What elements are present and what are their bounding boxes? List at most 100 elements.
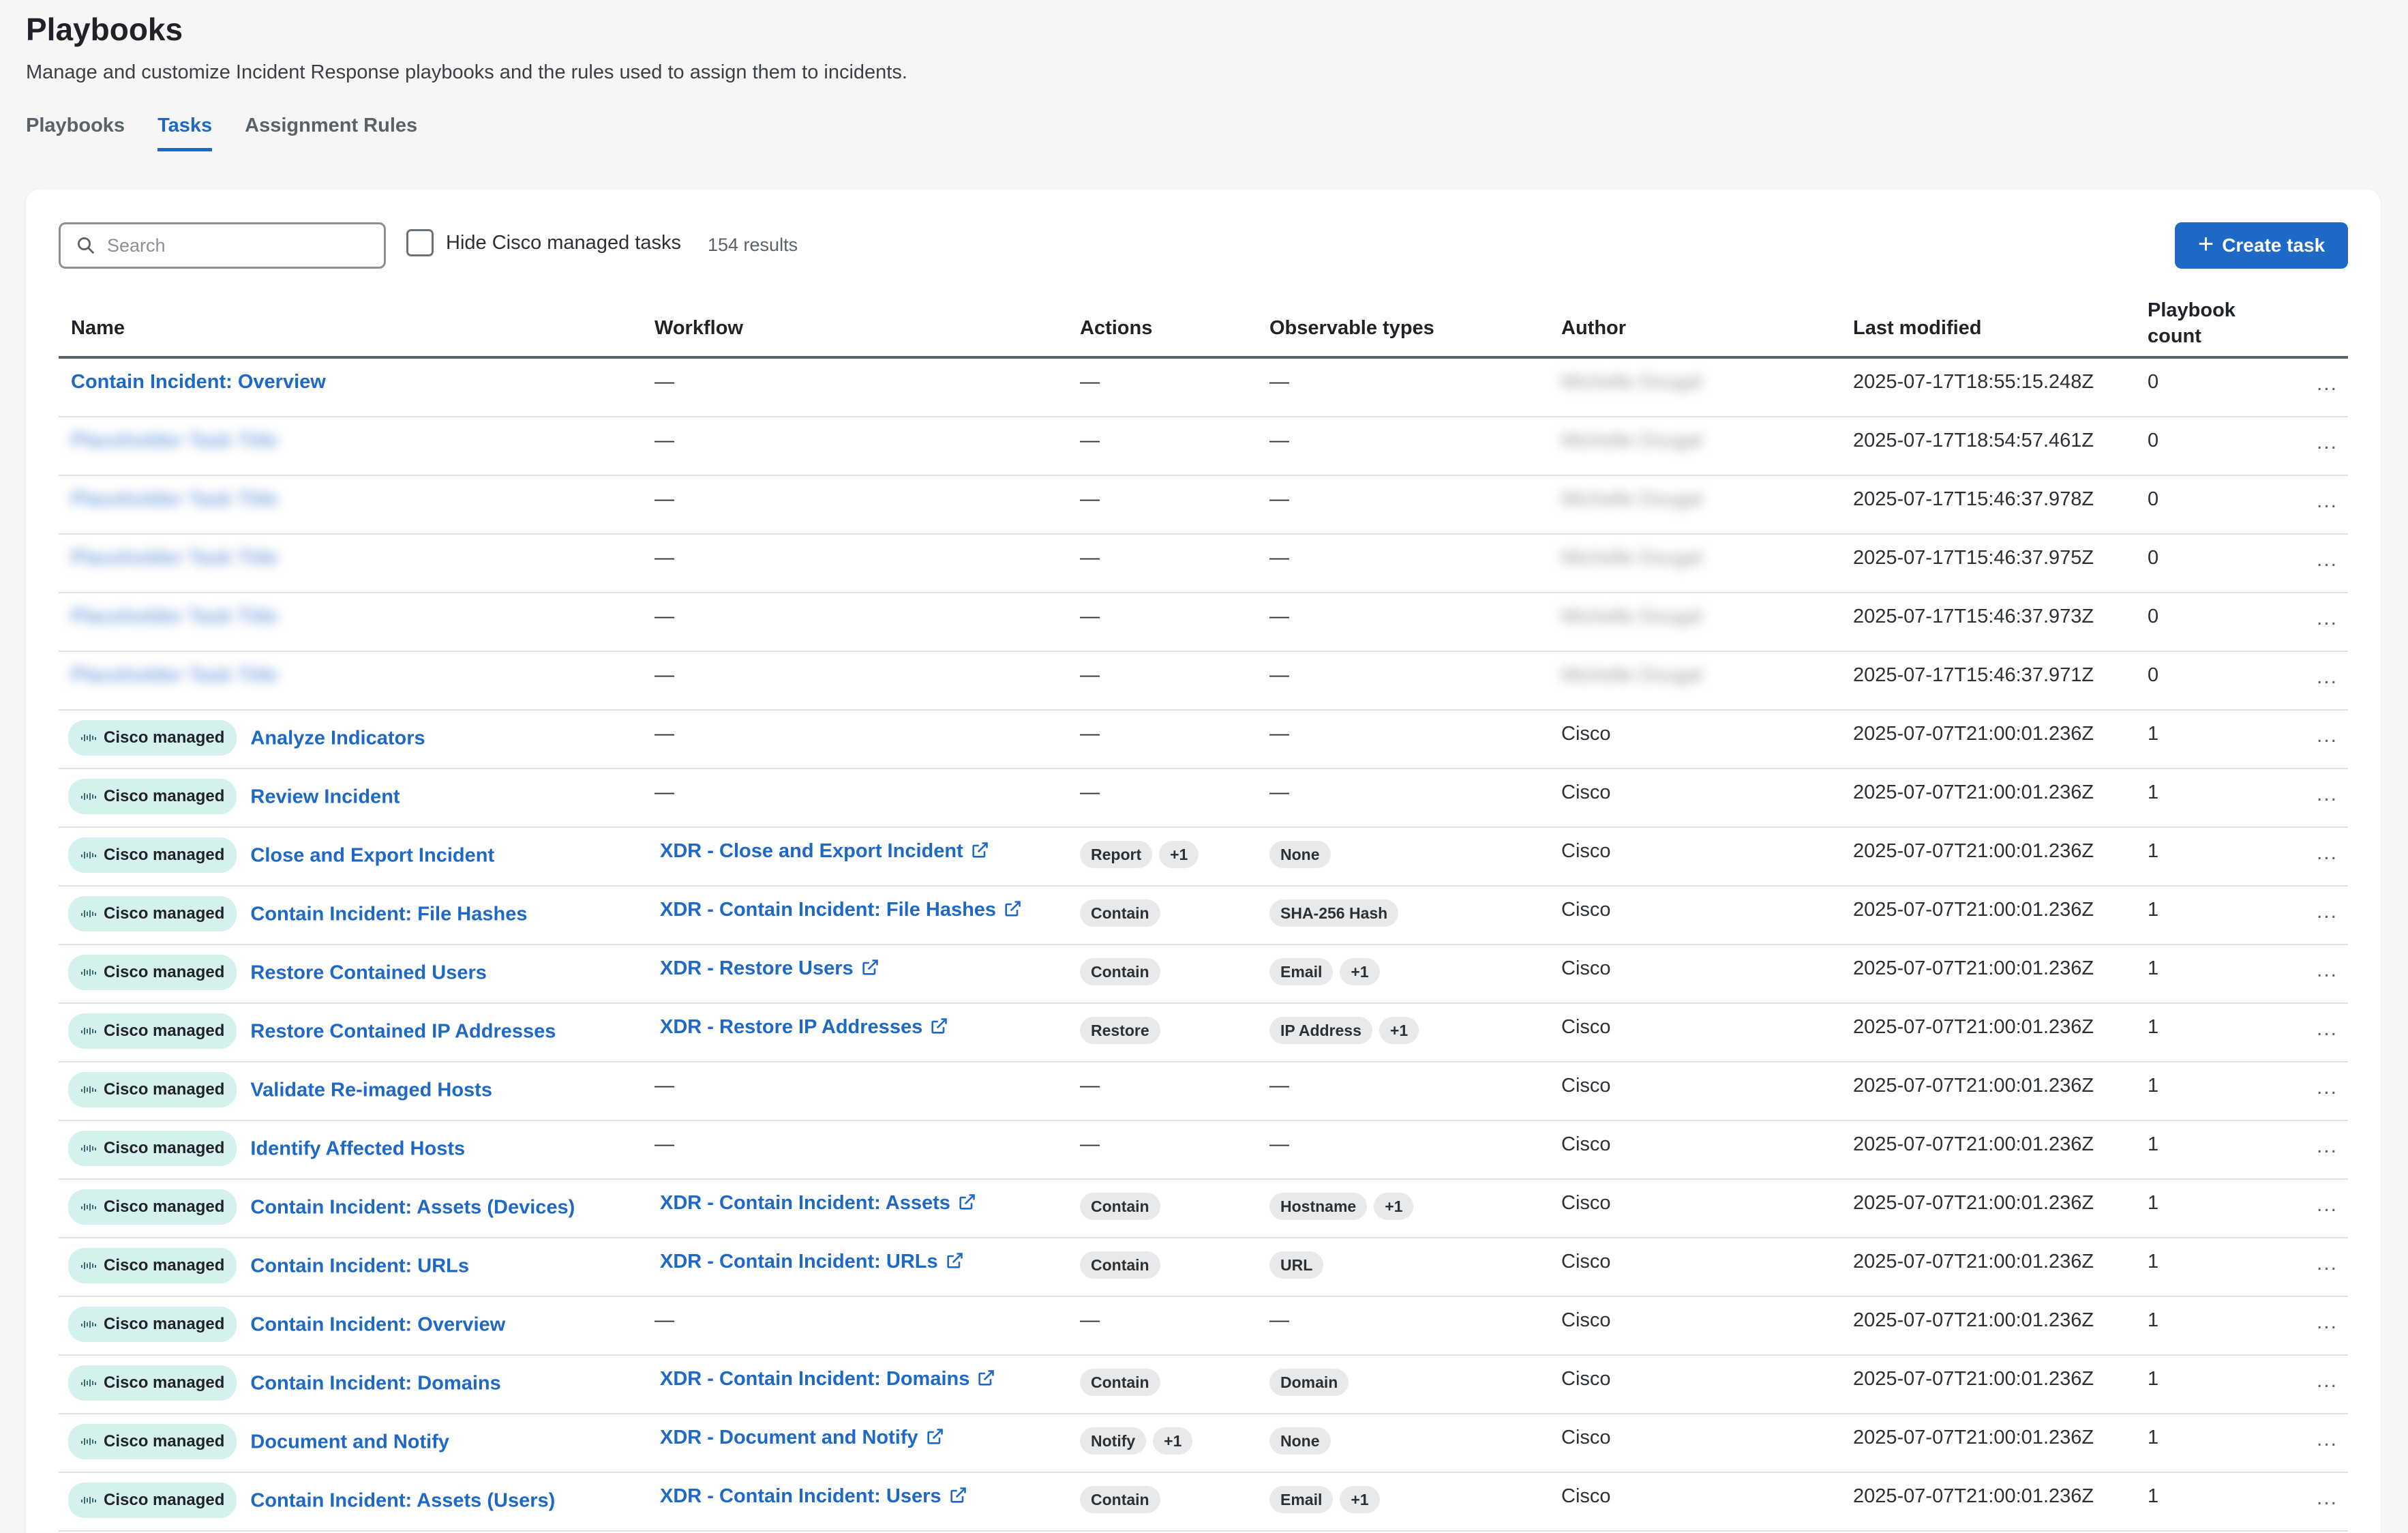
table-row[interactable]: Placeholder Task Title — — — Michelle Dougal… (59, 652, 2348, 711)
task-name-link[interactable]: Contain Incident: Overview (250, 1314, 505, 1336)
external-link-icon[interactable] (925, 1427, 944, 1446)
more-options-icon[interactable]: ... (2317, 1487, 2338, 1510)
table-row[interactable]: Cisco managed Close and Export Incident XD… (59, 828, 2348, 887)
table-row[interactable]: Cisco managed Analyze Indicators — — — Cisco 2… (59, 711, 2348, 769)
table-row[interactable]: Cisco managed Document and Notify XDR - Do… (59, 1414, 2348, 1473)
task-name-link[interactable]: Placeholder Task Title (71, 547, 278, 569)
table-row[interactable]: Cisco managed Restore Contained IP Addres… (59, 1004, 2348, 1062)
external-link-icon[interactable] (957, 1193, 976, 1212)
more-options-icon[interactable]: ... (2317, 431, 2338, 454)
column-header-actions[interactable]: Actions (1080, 315, 1152, 341)
task-name-link[interactable]: Identify Affected Hosts (250, 1138, 465, 1160)
column-header-author[interactable]: Author (1561, 315, 1626, 341)
more-options-icon[interactable]: ... (2317, 959, 2338, 982)
more-options-icon[interactable]: ... (2317, 842, 2338, 865)
more-options-icon[interactable]: ... (2317, 1311, 2338, 1334)
external-link-icon[interactable] (929, 1017, 948, 1036)
external-link-icon[interactable] (948, 1486, 967, 1505)
task-name-link[interactable]: Placeholder Task Title (71, 606, 278, 627)
table-row[interactable]: Cisco managed Contain Incident: Assets (D… (59, 1180, 2348, 1238)
table-row[interactable]: Cisco managed Review Incident — — — Cisco 2025… (59, 769, 2348, 828)
task-name-link[interactable]: Placeholder Task Title (71, 430, 278, 451)
task-name-link[interactable]: Document and Notify (250, 1431, 449, 1453)
workflow-link[interactable]: XDR - Close and Export Incident (660, 840, 963, 862)
more-options-icon[interactable]: ... (2317, 1428, 2338, 1451)
author-cell: Cisco (1561, 782, 1611, 803)
task-name-link[interactable]: Contain Incident: Domains (250, 1373, 500, 1395)
external-link-icon[interactable] (860, 958, 879, 977)
table-row[interactable]: Placeholder Task Title — — — Michelle Dougal… (59, 535, 2348, 593)
task-name-link[interactable]: Contain Incident: URLs (250, 1255, 469, 1277)
search-box[interactable] (59, 222, 386, 269)
more-options-icon[interactable]: ... (2317, 1017, 2338, 1041)
task-name-link[interactable]: Placeholder Task Title (71, 488, 278, 510)
column-header-last-modified[interactable]: Last modified (1853, 315, 1982, 341)
empty-dash: — (654, 1075, 674, 1097)
create-task-button[interactable]: + Create task (2175, 222, 2348, 269)
table-row[interactable]: Cisco managed Validate Re-imaged Hosts — — —… (59, 1062, 2348, 1121)
column-header-name[interactable]: Name (71, 315, 125, 341)
task-name-link[interactable]: Placeholder Task Title (71, 664, 278, 686)
external-link-icon[interactable] (1003, 899, 1022, 919)
cisco-managed-label: Cisco managed (104, 1080, 225, 1099)
task-name-link[interactable]: Contain Incident: Overview (71, 371, 326, 393)
task-name-link[interactable]: Contain Incident: Assets (Users) (250, 1490, 555, 1512)
more-options-icon[interactable]: ... (2317, 724, 2338, 747)
more-options-icon[interactable]: ... (2317, 783, 2338, 806)
table-row[interactable]: Placeholder Task Title — — — Michelle Dougal… (59, 593, 2348, 652)
more-options-icon[interactable]: ... (2317, 666, 2338, 689)
more-options-icon[interactable]: ... (2317, 1135, 2338, 1158)
workflow-cell: XDR - Close and Export Incident (660, 837, 989, 865)
task-name-link[interactable]: Validate Re-imaged Hosts (250, 1080, 492, 1101)
table-row[interactable]: Cisco managed Contain Incident: File Hash… (59, 887, 2348, 945)
workflow-link[interactable]: XDR - Restore Users (660, 957, 854, 979)
task-name-link[interactable]: Analyze Indicators (250, 728, 425, 749)
external-link-icon[interactable] (976, 1369, 995, 1388)
external-link-icon[interactable] (945, 1251, 964, 1270)
more-options-icon[interactable]: ... (2317, 1076, 2338, 1099)
hide-cisco-checkbox[interactable] (406, 229, 434, 256)
name-cell: Cisco managed Document and Notify (68, 1424, 449, 1461)
workflow-link[interactable]: XDR - Contain Incident: File Hashes (660, 899, 996, 921)
more-options-icon[interactable]: ... (2317, 1193, 2338, 1217)
external-link-icon[interactable] (970, 841, 989, 860)
more-options-icon[interactable]: ... (2317, 900, 2338, 923)
task-name-link[interactable]: Restore Contained Users (250, 962, 487, 984)
workflow-link[interactable]: XDR - Contain Incident: Domains (660, 1368, 969, 1390)
table-row[interactable]: Contain Incident: Overview — — — Michelle Do… (59, 359, 2348, 417)
table-row[interactable]: Placeholder Task Title — — — Michelle Dougal… (59, 417, 2348, 476)
more-options-icon[interactable]: ... (2317, 548, 2338, 571)
task-name-link[interactable]: Contain Incident: File Hashes (250, 904, 527, 925)
column-header-observable-types[interactable]: Observable types (1269, 315, 1434, 341)
workflow-link[interactable]: XDR - Contain Incident: Users (660, 1485, 942, 1507)
task-name-link[interactable]: Restore Contained IP Addresses (250, 1021, 556, 1043)
search-input[interactable] (107, 235, 366, 256)
workflow-link[interactable]: XDR - Document and Notify (660, 1427, 918, 1448)
workflow-link[interactable]: XDR - Contain Incident: URLs (660, 1251, 938, 1272)
more-options-icon[interactable]: ... (2317, 1252, 2338, 1275)
table-row[interactable]: Cisco managed Contain Incident: Assets (U… (59, 1473, 2348, 1532)
more-options-icon[interactable]: ... (2317, 372, 2338, 396)
task-name-link[interactable]: Contain Incident: Assets (Devices) (250, 1197, 575, 1219)
tab-tasks[interactable]: Tasks (157, 115, 213, 151)
observables-cell: — (1269, 368, 1289, 396)
playbook-count-cell: 1 (2148, 1016, 2159, 1038)
more-options-icon[interactable]: ... (2317, 490, 2338, 513)
table-row[interactable]: Cisco managed Contain Incident: Overview —… (59, 1297, 2348, 1356)
table-row[interactable]: Cisco managed Contain Incident: Domains XD… (59, 1356, 2348, 1414)
task-name-link[interactable]: Close and Export Incident (250, 845, 494, 867)
tab-playbooks[interactable]: Playbooks (26, 115, 125, 151)
table-row[interactable]: Placeholder Task Title — — — Michelle Dougal… (59, 476, 2348, 535)
table-row[interactable]: Cisco managed Identify Affected Hosts — — — C… (59, 1121, 2348, 1180)
table-row[interactable]: Cisco managed Restore Contained Users XDR … (59, 945, 2348, 1004)
task-name-link[interactable]: Review Incident (250, 786, 400, 808)
more-options-icon[interactable]: ... (2317, 1369, 2338, 1393)
workflow-link[interactable]: XDR - Restore IP Addresses (660, 1016, 922, 1038)
hide-cisco-toggle[interactable]: Hide Cisco managed tasks (406, 229, 681, 256)
more-options-icon[interactable]: ... (2317, 607, 2338, 630)
column-header-playbook-count[interactable]: Playbook count (2148, 297, 2236, 349)
tab-assignment-rules[interactable]: Assignment Rules (245, 115, 417, 151)
workflow-link[interactable]: XDR - Contain Incident: Assets (660, 1192, 950, 1214)
table-row[interactable]: Cisco managed Contain Incident: URLs XDR -… (59, 1238, 2348, 1297)
column-header-workflow[interactable]: Workflow (654, 315, 743, 341)
